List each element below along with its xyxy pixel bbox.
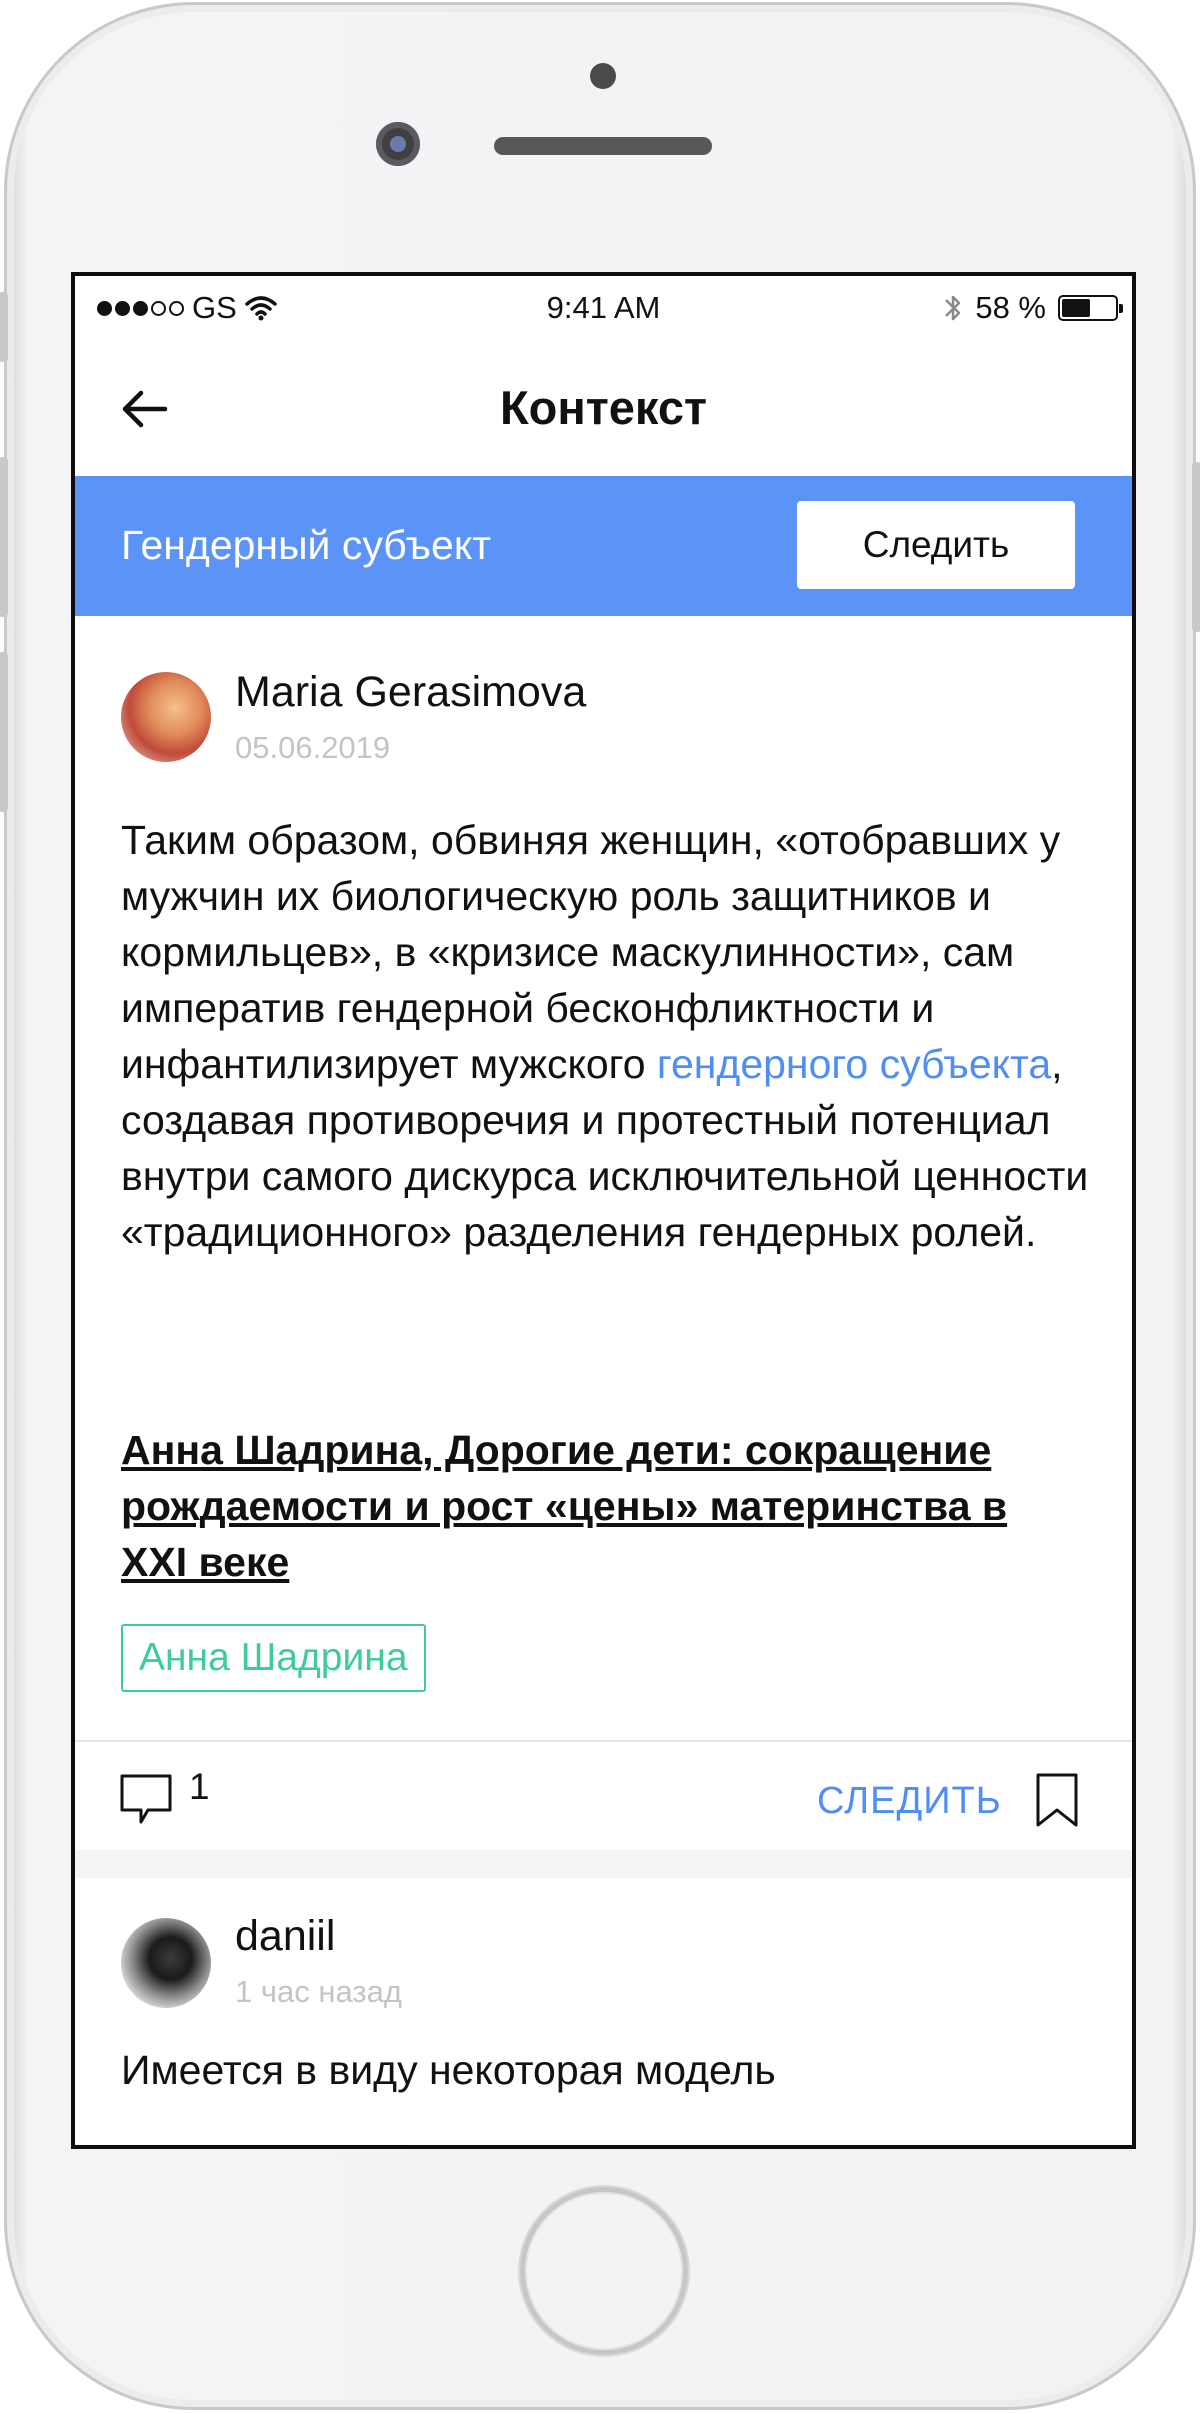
post-date: 05.06.2019 bbox=[235, 730, 391, 765]
topic-header: Гендерный субъект Следить bbox=[75, 476, 1132, 616]
battery-percent: 58 % bbox=[975, 290, 1046, 325]
status-bar: GS 9:41 AM 58 % bbox=[75, 276, 1132, 342]
topic-link[interactable]: гендерного субъекта bbox=[657, 1041, 1051, 1087]
avatar[interactable] bbox=[121, 672, 211, 762]
follow-topic-button[interactable]: Следить bbox=[797, 501, 1075, 589]
status-right: 58 % bbox=[943, 290, 1123, 326]
comment-count: 1 bbox=[189, 1766, 210, 1807]
nav-bar: Контекст bbox=[75, 342, 1132, 476]
post-text: Имеется в виду некоторая модель bbox=[121, 2047, 776, 2093]
bluetooth-icon bbox=[945, 295, 961, 321]
post-separator bbox=[75, 1850, 1132, 1878]
avatar[interactable] bbox=[121, 1918, 211, 2008]
bookmark-icon[interactable] bbox=[1035, 1772, 1079, 1828]
post-text: Таким образом, обвиняя женщин, «отобравш… bbox=[121, 812, 1092, 1260]
follow-post-button[interactable]: СЛЕДИТЬ bbox=[817, 1780, 1002, 1823]
source-link[interactable]: Анна Шадрина, Дорогие дети: сокращение р… bbox=[121, 1422, 1072, 1590]
author-name[interactable]: daniil bbox=[235, 1912, 335, 1961]
earpiece-speaker bbox=[494, 137, 712, 155]
volume-down-button bbox=[0, 652, 8, 812]
post-actions: 1 СЛЕДИТЬ bbox=[75, 1742, 1132, 1850]
topic-name: Гендерный субъект bbox=[121, 522, 492, 568]
power-button bbox=[1192, 462, 1200, 632]
screen: GS 9:41 AM 58 % Контекст Гендерный субъе… bbox=[71, 272, 1136, 2149]
front-camera bbox=[376, 122, 420, 166]
home-button[interactable] bbox=[520, 2187, 688, 2355]
proximity-sensor bbox=[590, 63, 616, 89]
author-name[interactable]: Maria Gerasimova bbox=[235, 668, 586, 717]
battery-level bbox=[1062, 299, 1091, 317]
post-date: 1 час назад bbox=[235, 1974, 402, 2009]
mute-switch bbox=[0, 292, 8, 362]
volume-up-button bbox=[0, 457, 8, 617]
author-tag[interactable]: Анна Шадрина bbox=[121, 1624, 426, 1692]
battery-icon bbox=[1058, 295, 1123, 321]
comment-icon[interactable] bbox=[119, 1772, 173, 1826]
page-title: Контекст bbox=[499, 381, 707, 434]
